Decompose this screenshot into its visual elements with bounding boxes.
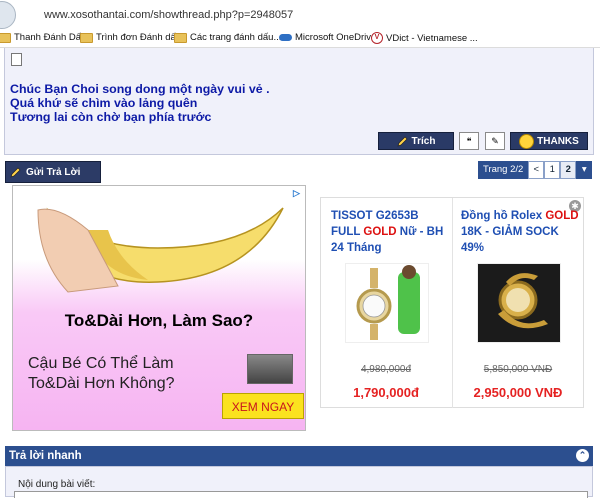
adchoices-icon[interactable]: ▷ <box>293 188 303 198</box>
signature: Chúc Bạn Choi song dong một ngày vui vẻ … <box>10 82 270 124</box>
folder-icon <box>80 32 93 43</box>
address-bar: www.xosothantai.com/showthread.php?p=294… <box>0 0 600 30</box>
product-ad: ✱ TISSOT G2653B FULL GOLD Nữ - BH 24 Thá… <box>320 197 584 408</box>
bookmark-label: VDict - Vietnamese ... <box>386 32 478 44</box>
bookmark-item[interactable]: V VDict - Vietnamese ... <box>371 32 478 44</box>
signature-line: Quá khứ sẽ chìm vào lảng quên <box>10 96 198 110</box>
signature-line: Chúc Bạn Choi song dong một ngày vui vẻ … <box>10 82 270 96</box>
reply-label: Gửi Trả Lời <box>26 166 81 178</box>
banner-ad[interactable]: ▷ To&Dài Hơn, Làm Sao? Cậu Bé Có Thể Làm… <box>12 185 306 431</box>
quick-reply-button[interactable]: ✎ <box>485 132 505 150</box>
ad-thumbnail <box>247 354 293 384</box>
quick-reply-panel: Nội dung bài viết: <box>5 466 593 498</box>
pencil-icon <box>10 167 21 178</box>
post-body: Chúc Bạn Choi song dong một ngày vui vẻ … <box>4 48 594 155</box>
product-image[interactable] <box>477 263 561 343</box>
quote-button[interactable]: Trích <box>378 132 454 150</box>
bookmark-label: Thanh Đánh Dấu <box>14 32 87 43</box>
bookmarks-bar: Thanh Đánh Dấu Trình đơn Đánh dấu Các tr… <box>0 29 600 48</box>
page-link[interactable]: 1 <box>544 161 561 179</box>
pagination: Trang 2/2 < 1 2 ▾ <box>478 161 593 179</box>
collapse-icon[interactable]: ⌃ <box>576 449 589 462</box>
url-field[interactable]: www.xosothantai.com/showthread.php?p=294… <box>44 9 293 21</box>
banana-image <box>37 207 284 293</box>
bookmark-label: Trình đơn Đánh dấu <box>96 32 182 43</box>
product-title[interactable]: TISSOT G2653B FULL GOLD Nữ - BH 24 Tháng <box>331 208 449 256</box>
sale-price: 2,950,000 VNĐ <box>473 385 563 400</box>
smiley-icon <box>519 133 535 149</box>
pencil-icon <box>396 136 408 147</box>
folder-icon <box>0 32 11 43</box>
vdict-icon: V <box>371 32 383 44</box>
sale-price: 1,790,000đ <box>353 385 419 400</box>
bookmark-item[interactable]: Microsoft OneDrive <box>279 32 376 43</box>
old-price: 5,850,000 VNĐ <box>483 364 553 375</box>
cloud-icon <box>279 34 292 41</box>
multiquote-button[interactable]: ❝ <box>459 132 479 150</box>
folder-icon <box>174 32 187 43</box>
product-image[interactable] <box>345 263 429 343</box>
view-now-button[interactable]: XEM NGAY <box>222 393 304 419</box>
prev-page-button[interactable]: < <box>528 161 545 179</box>
ad-headline: To&Dài Hơn, Làm Sao? <box>64 311 254 330</box>
quick-reply-title: Trả lời nhanh <box>9 450 82 462</box>
bookmark-item[interactable]: Các trang đánh dấu... <box>174 32 281 43</box>
bookmark-label: Các trang đánh dấu... <box>190 32 282 43</box>
quick-reply-header: Trả lời nhanh ⌃ <box>5 446 593 466</box>
quote-label: Trích <box>411 135 436 147</box>
product-title[interactable]: Đồng hồ Rolex GOLD 18K - GIẢM SOCK 49% <box>461 208 579 256</box>
current-page: 2 <box>560 161 577 179</box>
message-label: Nội dung bài viết: <box>18 479 96 490</box>
reply-button[interactable]: Gửi Trả Lời <box>5 161 101 183</box>
bookmark-label: Microsoft OneDrive <box>295 32 377 43</box>
thanks-button[interactable]: THANKS <box>510 132 588 150</box>
chevron-down-icon[interactable]: ▾ <box>576 161 593 179</box>
page-indicator: Trang 2/2 <box>478 161 529 179</box>
signature-line: Tương lai còn chờ bạn phía trước <box>10 110 212 124</box>
divider <box>452 198 453 408</box>
watch-image <box>346 264 428 342</box>
bookmark-item[interactable]: Trình đơn Đánh dấu <box>80 32 181 43</box>
back-button[interactable] <box>0 1 16 29</box>
watch-image <box>478 264 560 342</box>
old-price: 4,980,000đ <box>360 364 412 375</box>
bookmark-item[interactable]: Thanh Đánh Dấu <box>0 32 86 43</box>
ad-subtext: Cậu Bé Có Thể Làm To&Dài Hơn Không? <box>28 355 175 392</box>
thanks-label: THANKS <box>537 135 579 147</box>
post-icon <box>11 53 22 66</box>
